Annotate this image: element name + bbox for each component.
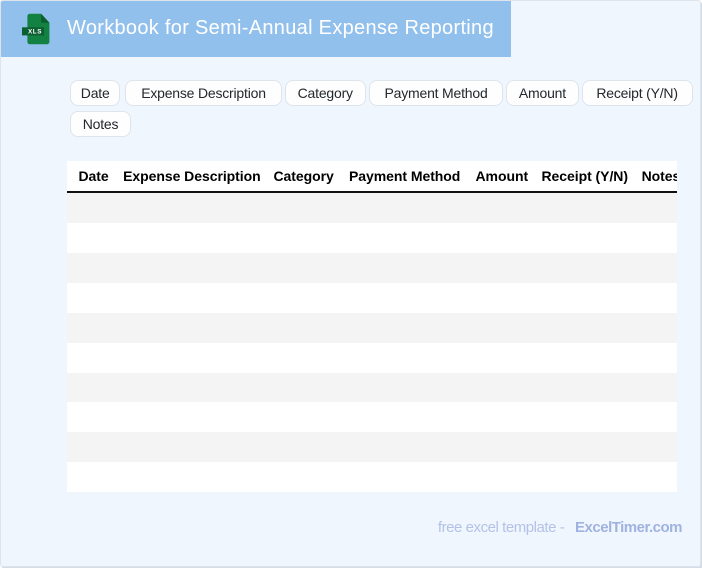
svg-text:XLS: XLS — [28, 28, 42, 35]
